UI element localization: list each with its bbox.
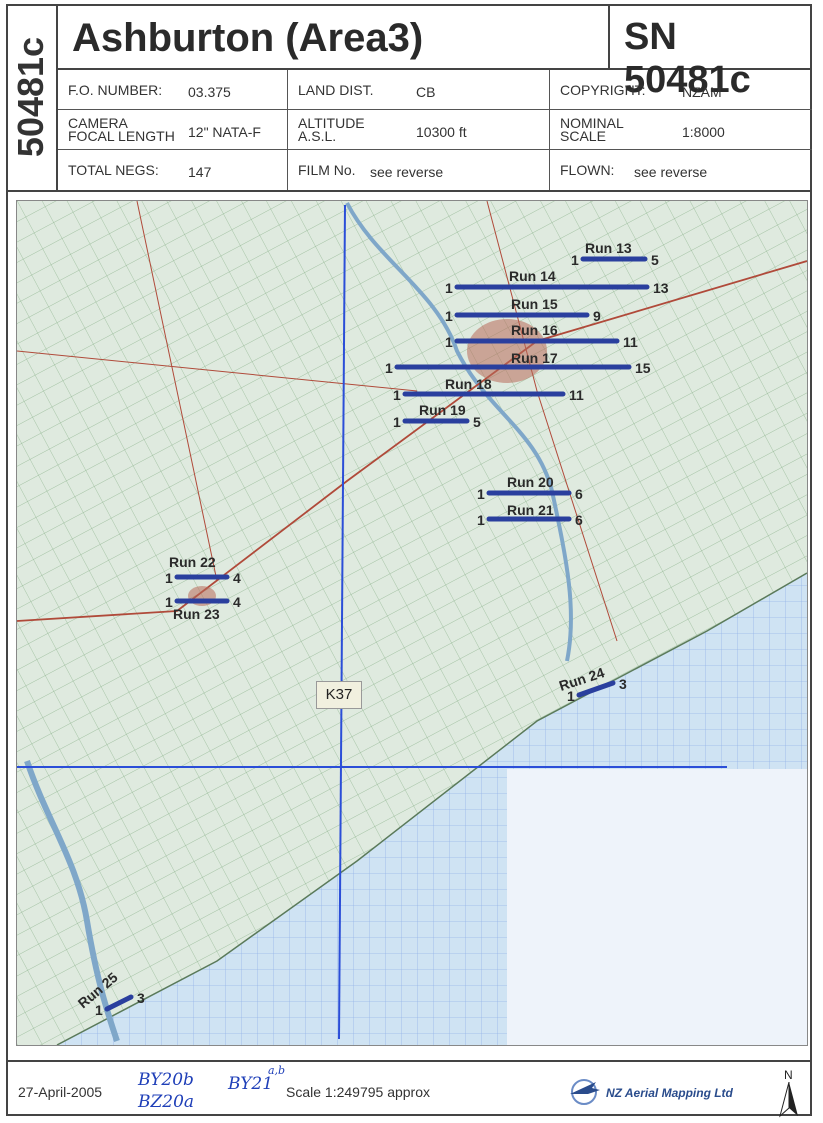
run-label: Run 20 — [507, 474, 554, 490]
page-title: Ashburton (Area3) — [58, 4, 610, 70]
run-start-label: 1 — [445, 334, 453, 350]
run-end-label: 5 — [473, 414, 481, 430]
north-arrow-icon — [779, 1082, 798, 1118]
run-end-label: 9 — [593, 308, 601, 324]
flown-label: FLOWN: — [560, 162, 615, 178]
plane-icon — [570, 1079, 600, 1105]
camera-label-2: FOCAL LENGTH — [68, 128, 175, 144]
run-label: Run 18 — [445, 376, 492, 392]
handwritten-note-2: BZ20a — [138, 1092, 195, 1112]
run-end-label: 13 — [653, 280, 669, 296]
altitude-cell: ALTITUDE A.S.L. 10300 ft — [288, 110, 550, 150]
run-start-label: 1 — [393, 387, 401, 403]
camera-cell: CAMERA FOCAL LENGTH 12" NATA-F — [58, 110, 288, 150]
run-label: Run 13 — [585, 240, 632, 256]
altitude-label-2: A.S.L. — [298, 128, 337, 144]
fo-number-value: 03.375 — [188, 84, 231, 100]
run-start-label: 1 — [477, 486, 485, 502]
map-canvas: Run 131 5Run 141 13Run 151 9Run 161 11Run 17… — [17, 201, 807, 1045]
copyright-label: COPYRIGHT: — [560, 82, 646, 98]
run-end-label: 3 — [619, 676, 627, 692]
vertical-code-box: 50481c — [6, 4, 58, 192]
run-label: Run 17 — [511, 350, 558, 366]
copyright-cell: COPYRIGHT: NZAM — [550, 70, 812, 110]
map-area: Run 13 1 5 Run 14 1 13 Run 15 1 9 Run 16 1 11 Run 17… — [16, 200, 808, 1046]
fo-number-label: F.O. NUMBER: — [68, 82, 163, 98]
run-end-label: 11 — [569, 387, 584, 403]
run-end-label: 3 — [137, 990, 145, 1006]
scale-text: Scale 1:249795 approx — [286, 1084, 430, 1100]
company-logo: NZ Aerial Mapping Ltd — [566, 1072, 746, 1112]
sn-number: SN 50481c — [610, 4, 812, 101]
run-end-label: 4 — [233, 570, 241, 586]
run-start-label: 1 — [95, 1002, 103, 1018]
fo-number-cell: F.O. NUMBER: 03.375 — [58, 70, 288, 110]
land-dist-label: LAND DIST. — [298, 82, 374, 98]
total-negs-label: TOTAL NEGS: — [68, 162, 159, 178]
camera-value: 12" NATA-F — [188, 124, 261, 140]
run-end-label: 11 — [623, 334, 638, 350]
run-start-label: 1 — [393, 414, 401, 430]
film-cell: FILM No. see reverse — [288, 150, 550, 190]
handwritten-note-3: BY21 — [228, 1074, 274, 1094]
run-start-label: 1 — [477, 512, 485, 528]
vertical-code: 50481c — [10, 36, 51, 158]
flown-cell: FLOWN: see reverse — [550, 150, 812, 190]
run-end-label: 5 — [651, 252, 659, 268]
footer: 27-April-2005 BY20b BZ20a BY21 a,b Scale… — [6, 1060, 812, 1118]
run-start-label: 1 — [571, 252, 579, 268]
run-start-label: 1 — [445, 280, 453, 296]
run-end-label: 15 — [635, 360, 651, 376]
run-label: Run 21 — [507, 502, 554, 518]
run-label: Run 15 — [511, 296, 558, 312]
nominal-scale-cell: NOMINAL SCALE 1:8000 — [550, 110, 812, 150]
total-negs-cell: TOTAL NEGS: 147 — [58, 150, 288, 190]
run-end-label: 6 — [575, 512, 583, 528]
date: 27-April-2005 — [18, 1084, 103, 1100]
run-start-label: 1 — [445, 308, 453, 324]
sheet-label: K37 — [316, 681, 362, 709]
run-end-label: 6 — [575, 486, 583, 502]
north-arrow: N — [776, 1068, 802, 1118]
run-start-label: 1 — [385, 360, 393, 376]
north-label: N — [784, 1068, 793, 1082]
nominal-label-2: SCALE — [560, 128, 606, 144]
film-value: see reverse — [370, 164, 444, 180]
run-start-label: 1 — [165, 594, 173, 610]
film-label: FILM No. — [298, 162, 356, 178]
info-grid: F.O. NUMBER: 03.375 LAND DIST. CB COPYRI… — [58, 70, 812, 192]
run-label: Run 22 — [169, 554, 216, 570]
total-negs-value: 147 — [188, 164, 212, 180]
run-label: Run 14 — [509, 268, 556, 284]
run-end-label: 4 — [233, 594, 241, 610]
run-label: Run 23 — [173, 606, 220, 622]
land-dist-cell: LAND DIST. CB — [288, 70, 550, 110]
run-start-label: 1 — [165, 570, 173, 586]
logo-text: NZ Aerial Mapping Ltd — [606, 1086, 733, 1100]
run-label: Run 16 — [511, 322, 558, 338]
flown-value: see reverse — [634, 164, 708, 180]
blank-panel — [507, 769, 807, 1045]
handwritten-note-sup: a,b — [268, 1064, 286, 1077]
run-label: Run 19 — [419, 402, 466, 418]
copyright-value: NZAM — [682, 84, 722, 100]
nominal-value: 1:8000 — [682, 124, 725, 140]
land-dist-value: CB — [416, 84, 436, 100]
altitude-value: 10300 ft — [416, 124, 467, 140]
handwritten-note-1: BY20b — [138, 1070, 194, 1090]
run-start-label: 1 — [567, 688, 575, 704]
